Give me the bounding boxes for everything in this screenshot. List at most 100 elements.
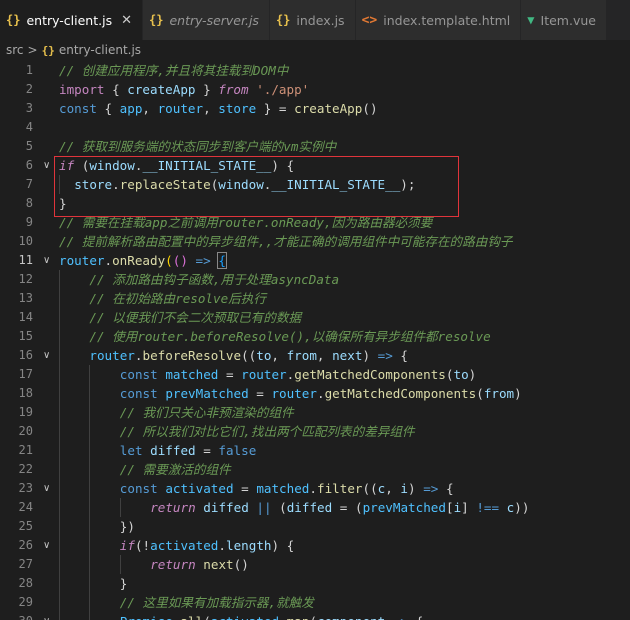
code-line[interactable]: 25}): [0, 517, 630, 536]
code-token: (): [362, 101, 378, 116]
indent-guide: [119, 498, 121, 517]
line-number: 9: [25, 215, 33, 229]
tab-index-js[interactable]: {} index.js: [269, 0, 356, 40]
code-token: const: [119, 367, 158, 382]
code-token: to: [256, 348, 272, 363]
code-token: = (: [332, 500, 363, 515]
code-token: // 所以我们对比它们,找出两个匹配列表的差异组件: [119, 424, 415, 439]
indent-guide: [59, 517, 60, 536]
code-token: // 在初始路由resolve后执行: [89, 291, 266, 306]
js-file-icon: {}: [275, 13, 291, 27]
indent-guide: [59, 346, 60, 365]
code-line[interactable]: 11 ∨ router.onReady(() => {: [0, 251, 630, 270]
code-line[interactable]: 28}: [0, 574, 630, 593]
js-file-icon: {}: [6, 13, 21, 27]
code-token: component: [317, 614, 385, 620]
code-token: ((: [362, 481, 378, 496]
code-line[interactable]: 4: [0, 118, 630, 137]
code-line[interactable]: 19 // 我们只关心非预渲染的组件: [0, 403, 630, 422]
code-token: const: [119, 386, 158, 401]
close-icon[interactable]: ✕: [121, 13, 132, 28]
code-text: // 添加路由钩子函数,用于处理asyncData: [89, 270, 339, 289]
code-token: .: [279, 614, 287, 620]
code-line[interactable]: 26 ∨ if(!activated.length) {: [0, 536, 630, 555]
code-line[interactable]: 21 let diffed = false: [0, 441, 630, 460]
breadcrumb-file[interactable]: entry-client.js: [59, 43, 141, 57]
code-token: const: [59, 101, 97, 116]
code-line[interactable]: 22 // 需要激活的组件: [0, 460, 630, 479]
code-line[interactable]: 17 const matched = router.getMatchedCompo…: [0, 365, 630, 384]
code-token: next: [332, 348, 363, 363]
code-token: =>: [393, 614, 408, 620]
code-line[interactable]: 23 ∨ const activated = matched.filter((c, …: [0, 479, 630, 498]
code-token: ): [408, 481, 424, 496]
fold-chevron-icon[interactable]: ∨: [43, 156, 53, 175]
tab-entry-server-js[interactable]: {} entry-server.js: [143, 0, 270, 40]
code-line[interactable]: 29 // 这里如果有加载指示器,就触发: [0, 593, 630, 612]
tab-item-vue[interactable]: ▼ Item.vue: [521, 0, 607, 40]
code-editor[interactable]: 1 // 创建应用程序,并且将其挂载到DOM中 2 import { createAp…: [0, 61, 630, 620]
code-text: // 需要激活的组件: [120, 460, 231, 479]
indent-guide: [59, 403, 60, 422]
code-line[interactable]: 12 // 添加路由钩子函数,用于处理asyncData: [0, 270, 630, 289]
fold-chevron-icon[interactable]: ∨: [43, 612, 53, 620]
code-token: ): [362, 348, 378, 363]
code-token: router: [157, 101, 204, 116]
code-token: ,: [271, 348, 287, 363]
code-line[interactable]: 10 // 提前解析路由配置中的异步组件,,才能正确的调用组件中可能存在的路由钩子: [0, 232, 630, 251]
tab-label: index.js: [296, 12, 345, 28]
code-token: (: [203, 614, 211, 620]
code-token: }: [119, 576, 128, 591]
line-number: 3: [25, 101, 33, 115]
tab-index-template-html[interactable]: <> index.template.html: [355, 0, 522, 40]
code-token: return: [150, 500, 196, 515]
code-token: ,: [142, 101, 158, 116]
code-token: !==: [476, 500, 500, 515]
line-number: 8: [25, 196, 33, 210]
code-line[interactable]: 24 return diffed || (diffed = (prevMatche…: [0, 498, 630, 517]
code-line[interactable]: 27 return next(): [0, 555, 630, 574]
code-line[interactable]: 13 // 在初始路由resolve后执行: [0, 289, 630, 308]
line-number: 24: [18, 500, 33, 514]
indent-guide: [59, 441, 60, 460]
fold-chevron-icon[interactable]: ∨: [43, 346, 53, 365]
code-text: }: [120, 574, 128, 593]
code-text: Promise.all(activated.map(component => {: [120, 612, 423, 620]
code-line[interactable]: 1 // 创建应用程序,并且将其挂载到DOM中: [0, 61, 630, 80]
code-text: // 创建应用程序,并且将其挂载到DOM中: [59, 61, 288, 80]
code-line[interactable]: 2 import { createApp } from './app': [0, 80, 630, 99]
code-text: // 在初始路由resolve后执行: [89, 289, 266, 308]
line-number: 23: [18, 481, 33, 495]
code-line[interactable]: 18 const prevMatched = router.getMatchedC…: [0, 384, 630, 403]
tab-bar: {} entry-client.js ✕ {} entry-server.js {} ind…: [0, 0, 630, 40]
code-line[interactable]: 3 const { app, router, store } = createAp…: [0, 99, 630, 118]
indent-guide: [59, 536, 60, 555]
indent-guide: [59, 270, 60, 289]
code-line[interactable]: 5 // 获取到服务端的状态同步到客户端的vm实例中: [0, 137, 630, 156]
code-token: getMatchedComponents: [324, 386, 477, 401]
code-line[interactable]: 30∨Promise.all(activated.map(component =…: [0, 612, 630, 620]
line-number: 30: [0, 612, 33, 620]
breadcrumb-folder[interactable]: src: [6, 43, 24, 57]
code-token: router: [241, 367, 287, 382]
code-token: // 以便我们不会二次预取已有的数据: [89, 310, 302, 325]
fold-chevron-icon[interactable]: ∨: [43, 479, 53, 498]
code-token: // 创建应用程序,并且将其挂载到DOM中: [59, 63, 289, 78]
code-line[interactable]: 20 // 所以我们对比它们,找出两个匹配列表的差异组件: [0, 422, 630, 441]
indent-guide: [89, 498, 91, 517]
indent-guide: [89, 574, 91, 593]
code-line[interactable]: 15 // 使用router.beforeResolve(),以确保所有异步组件都…: [0, 327, 630, 346]
fold-chevron-icon[interactable]: ∨: [43, 536, 53, 555]
code-text: const activated = matched.filter((c, i) …: [120, 479, 454, 498]
code-token: } =: [256, 101, 295, 116]
indent-guide: [89, 593, 91, 612]
fold-chevron-icon[interactable]: ∨: [43, 251, 53, 270]
code-line[interactable]: 16 ∨ router.beforeResolve((to, from, next)…: [0, 346, 630, 365]
line-number: 21: [18, 443, 33, 457]
code-token: =>: [423, 481, 439, 496]
code-line[interactable]: 14 // 以便我们不会二次预取已有的数据: [0, 308, 630, 327]
tab-entry-client-js[interactable]: {} entry-client.js ✕: [0, 0, 143, 40]
indent-guide: [89, 403, 91, 422]
indent-guide: [119, 555, 121, 574]
line-number: 17: [18, 367, 33, 381]
